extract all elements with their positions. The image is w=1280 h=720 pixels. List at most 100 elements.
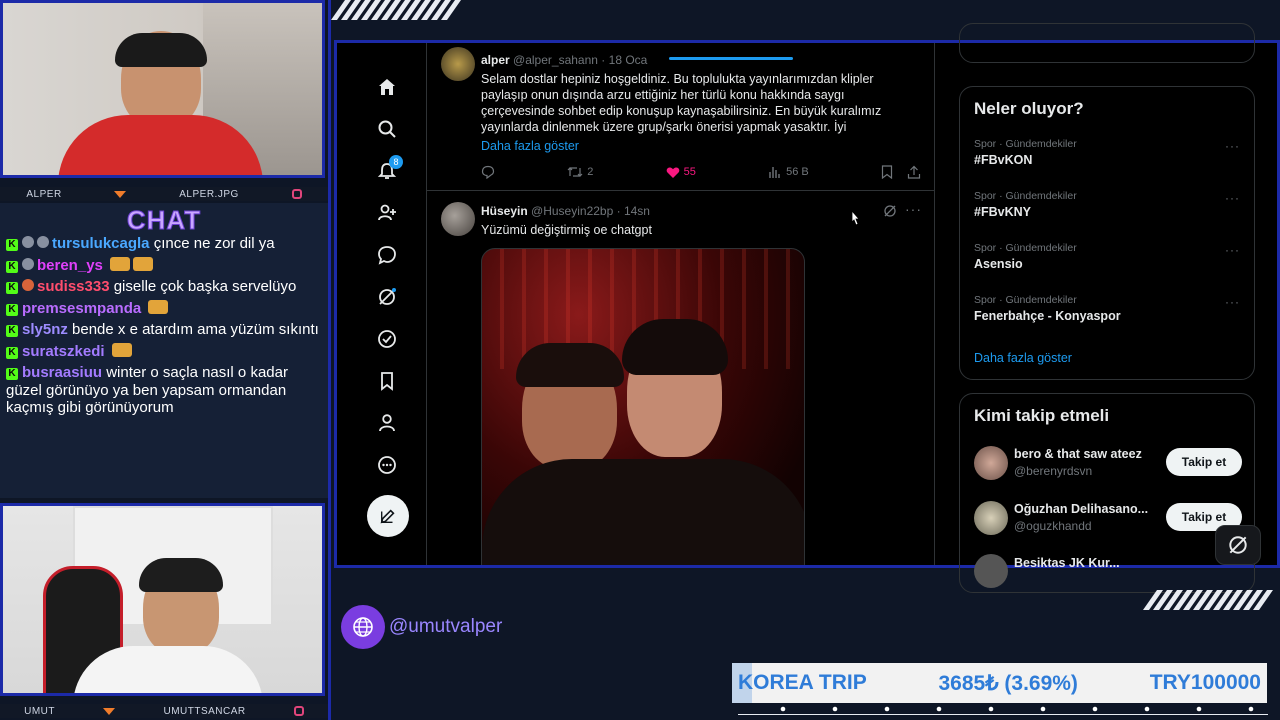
bookmark-icon[interactable]	[377, 371, 397, 391]
tweet-header: Hüseyin @Huseyin22bp · 14sn	[481, 204, 650, 218]
chat-username[interactable]: sly5nz	[22, 321, 68, 338]
tweet-author-handle[interactable]: @Huseyin22bp	[531, 204, 613, 218]
tweet-date[interactable]: 18 Oca	[609, 53, 648, 67]
follow-handle[interactable]: @oguzkhandd	[1014, 519, 1092, 533]
chat-username[interactable]: premsesmpanda	[22, 300, 141, 317]
retweet-icon	[567, 167, 583, 177]
top-card	[959, 23, 1255, 63]
tweet[interactable]: alper @alper_sahann · 18 Oca Selam dostl…	[427, 43, 934, 191]
emote-icon	[111, 342, 132, 357]
chat-username[interactable]: tursulukcagla	[52, 235, 150, 252]
home-icon[interactable]	[377, 77, 397, 97]
trend-name: Asensio	[974, 257, 1023, 271]
twitter-window: 8 alper @alper_sahann · 18 Oca Selam dos…	[334, 23, 1280, 593]
like-count: 55	[683, 166, 696, 178]
top-cam-label: ALPER ALPER.JPG	[0, 187, 328, 201]
follow-name[interactable]: Besiktas JK Kur...	[1014, 556, 1120, 570]
tweet-image[interactable]	[481, 248, 805, 565]
follow-avatar[interactable]	[974, 554, 1008, 588]
follow-button[interactable]: Takip et	[1166, 448, 1242, 476]
chat-username[interactable]: beren_ys	[37, 257, 103, 274]
tweet-author-name[interactable]: alper	[481, 53, 510, 67]
grok-icon[interactable]	[883, 204, 897, 223]
more-options-icon[interactable]: ···	[1225, 243, 1240, 257]
profile-icon[interactable]	[377, 413, 397, 433]
tweet-author-handle[interactable]: @alper_sahann	[513, 53, 598, 67]
follow-avatar[interactable]	[974, 446, 1008, 480]
heart-icon	[666, 166, 679, 178]
emote-icon	[148, 299, 169, 314]
search-icon[interactable]	[377, 119, 397, 139]
retweet-button[interactable]: 2	[567, 165, 593, 179]
verified-icon[interactable]	[377, 329, 397, 349]
chat-text: çınce ne zor dil ya	[153, 235, 275, 252]
trend-category: Spor · Gündemdekiler	[974, 190, 1077, 202]
chat-message: Kpremsesmpanda	[0, 299, 328, 318]
chat-message: Kbusraasiuu winter o saçla nasıl o kadar…	[0, 364, 328, 417]
instagram-icon	[291, 189, 302, 199]
instagram-icon	[293, 706, 304, 716]
retweet-count: 2	[587, 166, 594, 178]
chat-username[interactable]: busraasiuu	[22, 364, 102, 381]
top-cam-right-label: ALPER.JPG	[179, 188, 239, 200]
kick-badge-icon: K	[6, 303, 18, 316]
chat-username[interactable]: sudiss333	[37, 278, 110, 295]
follow-name[interactable]: bero & that saw ateez	[1014, 447, 1142, 461]
emote-icon	[110, 256, 131, 271]
who-to-follow-card: Kimi takip etmeli bero & that saw ateez …	[959, 393, 1255, 593]
emote-icon	[133, 256, 154, 271]
trend-item[interactable]: Spor · Gündemdekiler Fenerbahçe - Konyas…	[974, 294, 1242, 323]
gift-badge-icon	[37, 236, 49, 248]
more-options-icon[interactable]: ···	[1225, 295, 1240, 309]
loading-bar	[669, 57, 793, 60]
twitter-nav: 8	[337, 43, 427, 565]
tweet[interactable]: Hüseyin @Huseyin22bp · 14sn ··· Yüzümü d…	[427, 192, 934, 565]
top-cam-left-label: ALPER	[26, 188, 62, 200]
bottom-cam-right-label: UMUTTSANCAR	[163, 705, 246, 717]
chat-username[interactable]: suratszkedi	[22, 343, 105, 360]
cursor-icon	[849, 209, 861, 231]
view-count: 56 B	[786, 166, 809, 178]
reply-icon[interactable]	[481, 165, 495, 179]
chat-title: CHAT	[126, 205, 202, 236]
like-button[interactable]: 55	[666, 166, 696, 179]
people-icon[interactable]	[377, 203, 397, 223]
divider	[328, 0, 331, 720]
triangle-icon	[103, 707, 116, 715]
tweet-author-name[interactable]: Hüseyin	[481, 204, 528, 218]
kick-badge-icon: K	[6, 260, 18, 273]
goal-target: TRY100000	[1149, 671, 1261, 694]
bottom-cam-left-label: UMUT	[24, 705, 55, 717]
notification-count-badge: 8	[389, 155, 403, 169]
globe-icon	[341, 605, 385, 649]
message-icon[interactable]	[377, 245, 397, 265]
trend-item[interactable]: Spor · Gündemdekiler #FBvKON	[974, 138, 1242, 167]
more-options-icon[interactable]: ···	[905, 201, 922, 217]
mic-badge-icon	[22, 257, 34, 270]
tweet-header: alper @alper_sahann · 18 Oca	[481, 53, 648, 67]
more-options-icon[interactable]: ···	[1225, 139, 1240, 153]
show-more-link[interactable]: Daha fazla göster	[481, 139, 579, 153]
more-options-icon[interactable]: ···	[1225, 191, 1240, 205]
grok-icon[interactable]	[1215, 525, 1261, 565]
ticker-track	[738, 703, 1268, 715]
tweet-time[interactable]: 14sn	[624, 204, 650, 218]
follow-name[interactable]: Oğuzhan Delihasano...	[1014, 502, 1148, 516]
follow-avatar[interactable]	[974, 501, 1008, 535]
bookmark-icon[interactable]	[881, 165, 893, 179]
trend-item[interactable]: Spor · Gündemdekiler #FBvKNY	[974, 190, 1242, 219]
more-icon[interactable]	[377, 455, 397, 475]
show-more-trends-link[interactable]: Daha fazla göster	[974, 351, 1072, 365]
sub-badge-icon	[22, 279, 34, 291]
decor-stripes-bottom	[1142, 590, 1274, 610]
goal-progress: 3685₺ (3.69%)	[938, 671, 1078, 695]
follow-handle[interactable]: @berenyrdsvn	[1014, 464, 1092, 478]
tweet-avatar[interactable]	[441, 202, 475, 236]
compose-icon[interactable]	[367, 495, 409, 537]
grok-icon[interactable]	[377, 287, 397, 307]
views-button[interactable]: 56 B	[768, 165, 809, 179]
tweet-avatar[interactable]	[441, 47, 475, 81]
trend-item[interactable]: Spor · Gündemdekiler Asensio	[974, 242, 1242, 271]
bell-icon[interactable]: 8	[377, 155, 403, 181]
share-icon[interactable]	[907, 165, 921, 179]
